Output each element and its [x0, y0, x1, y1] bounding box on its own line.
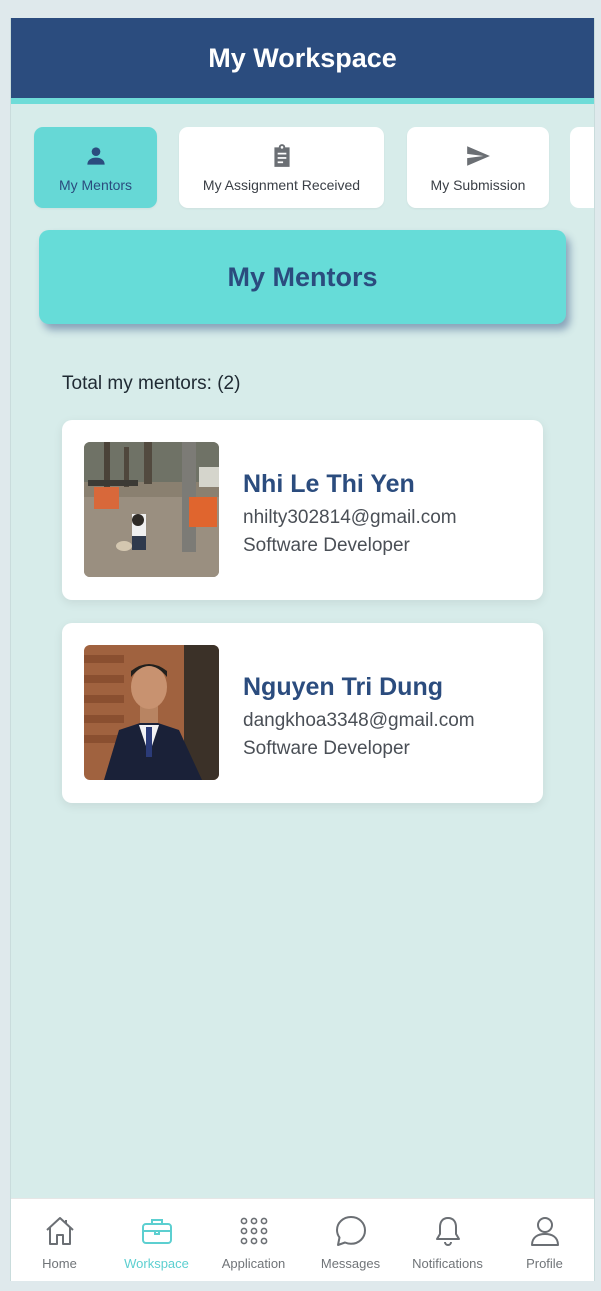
nav-label: Workspace [124, 1256, 189, 1271]
chat-bubble-icon [335, 1216, 366, 1246]
portrait-photo-image [84, 645, 219, 780]
nav-workspace[interactable]: Workspace [108, 1199, 205, 1281]
tab-label: My Mentors [58, 176, 133, 193]
briefcase-icon [141, 1219, 172, 1244]
nav-label: Application [221, 1256, 286, 1271]
bottom-navigation: Home Workspace Application Messages Noti… [11, 1198, 594, 1281]
mentor-name: Nguyen Tri Dung [243, 673, 443, 701]
clipboard-icon [273, 143, 290, 167]
mentor-card[interactable]: Nguyen Tri Dung dangkhoa3348@gmail.com S… [62, 623, 543, 803]
tab-my-assignment-received[interactable]: My Assignment Received [179, 127, 384, 208]
nav-label: Profile [526, 1256, 563, 1271]
send-icon [467, 145, 490, 166]
nav-application[interactable]: Application [205, 1199, 302, 1281]
nav-label: Messages [320, 1256, 381, 1271]
tab-my-mentors[interactable]: My Mentors [34, 127, 157, 208]
app-header: My Workspace [11, 18, 594, 98]
section-title-card: My Mentors [39, 230, 566, 324]
nav-label: Notifications [412, 1256, 483, 1271]
mentor-role: Software Developer [243, 535, 410, 556]
tab-overflow-next[interactable] [570, 127, 594, 208]
user-icon [530, 1217, 559, 1246]
bell-icon [435, 1217, 460, 1246]
app-frame: My Workspace My Mentors My Assignment Re… [10, 18, 595, 1281]
nav-profile[interactable]: Profile [496, 1199, 593, 1281]
page-title: My Workspace [208, 42, 397, 73]
mentor-card[interactable]: Nhi Le Thi Yen nhilty302814@gmail.com So… [62, 420, 543, 600]
workspace-tabs: My Mentors My Assignment Received My Sub… [34, 127, 594, 208]
mentor-photo [84, 442, 219, 577]
grid-dots-icon [240, 1217, 267, 1245]
street-photo-image [84, 442, 219, 577]
mentor-email: nhilty302814@gmail.com [243, 507, 457, 528]
mentor-name: Nhi Le Thi Yen [243, 470, 415, 498]
mentor-photo [84, 645, 219, 780]
home-icon [45, 1217, 74, 1245]
nav-messages[interactable]: Messages [302, 1199, 399, 1281]
mentor-count: Total my mentors: (2) [62, 373, 241, 394]
nav-label: Home [42, 1256, 77, 1271]
mentor-role: Software Developer [243, 738, 410, 759]
mentor-email: dangkhoa3348@gmail.com [243, 710, 475, 731]
header-accent-bar [11, 98, 594, 104]
tab-label: My Assignment Received [202, 176, 361, 193]
nav-notifications[interactable]: Notifications [399, 1199, 496, 1281]
tab-label: My Submission [430, 176, 526, 193]
person-icon [86, 146, 105, 165]
section-title: My Mentors [227, 261, 378, 292]
tab-my-submission[interactable]: My Submission [407, 127, 549, 208]
nav-home[interactable]: Home [11, 1199, 108, 1281]
